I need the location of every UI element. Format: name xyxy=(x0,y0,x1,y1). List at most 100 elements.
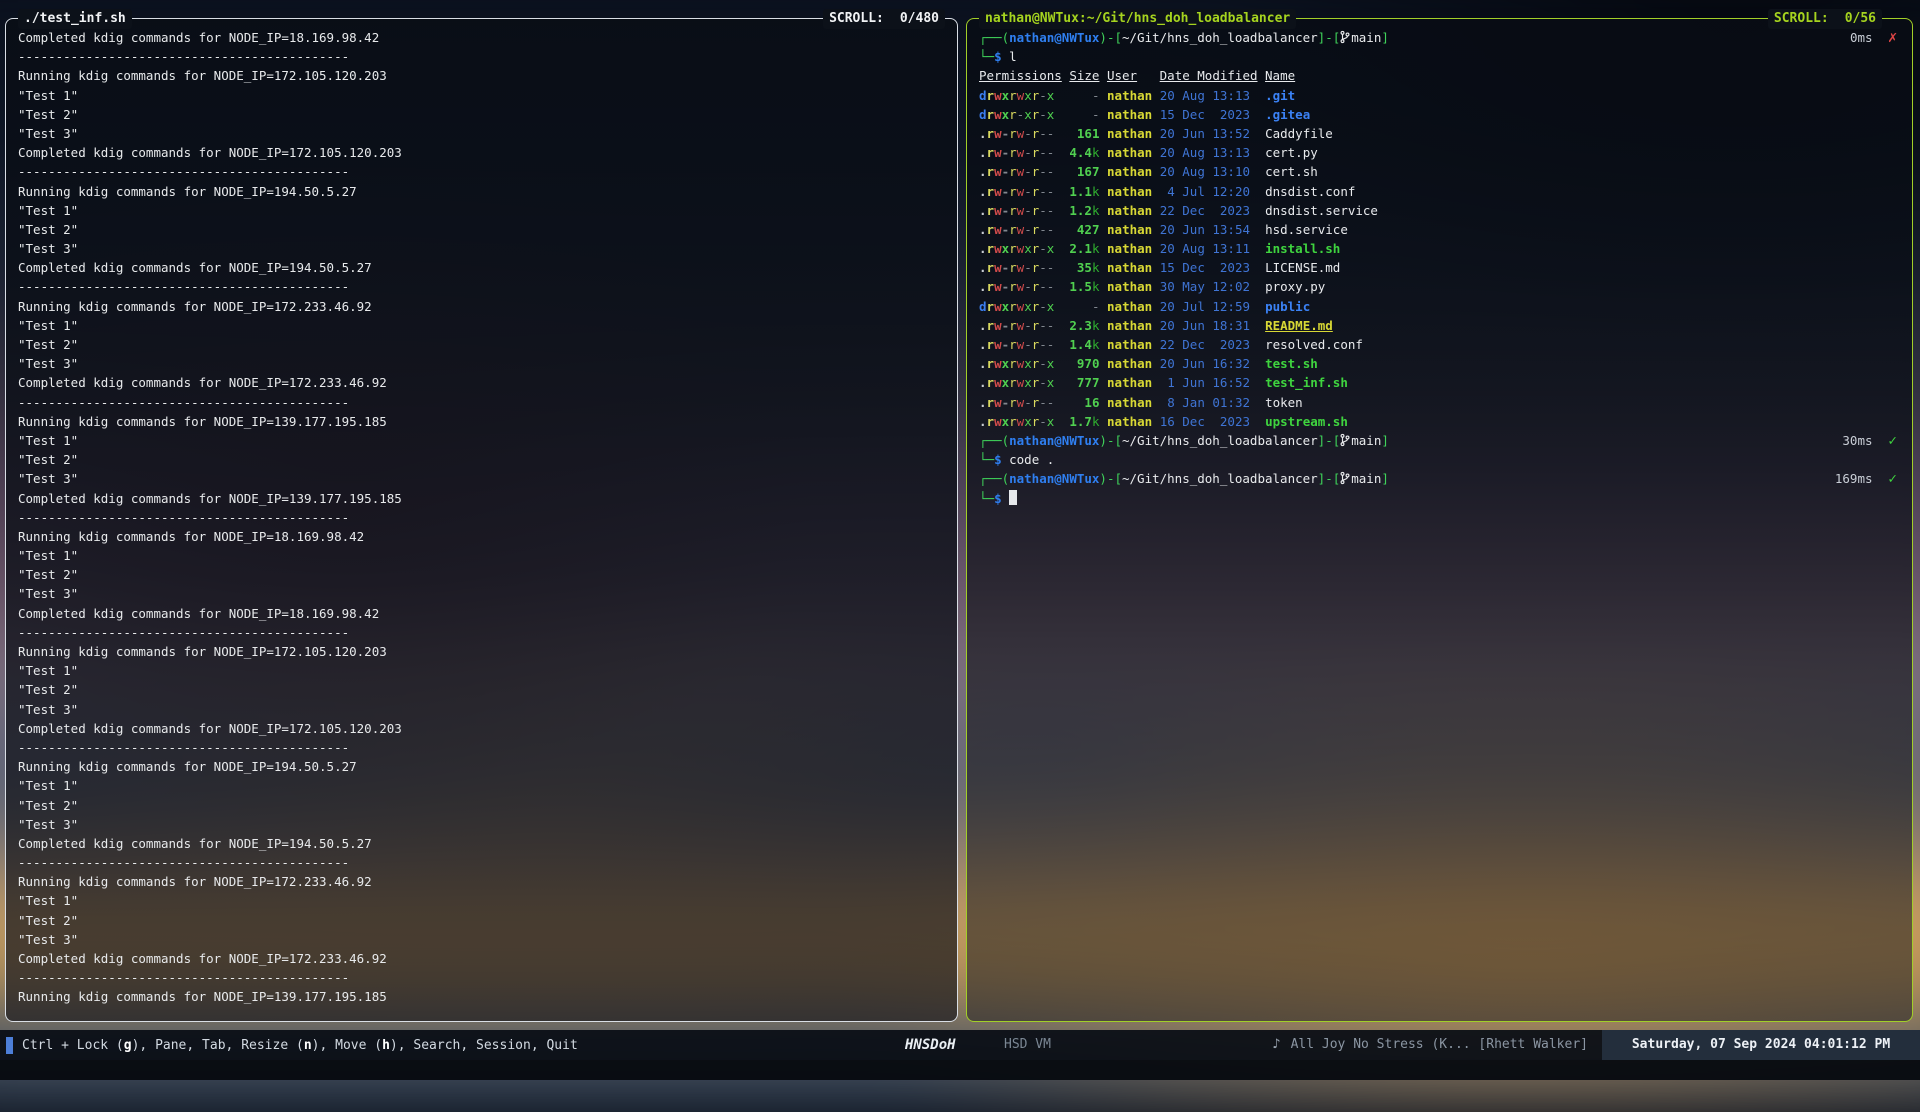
pane-test-inf-script[interactable]: ./test_inf.sh SCROLL:0/480 Completed kdi… xyxy=(5,18,958,1022)
output-line: "Test 3" xyxy=(18,239,943,258)
command-line: └─$ l xyxy=(979,47,1898,66)
output-line: "Test 3" xyxy=(18,930,943,949)
file-name: public xyxy=(1265,299,1310,314)
output-line: "Test 1" xyxy=(18,776,943,795)
file-row: .rw-rw-r-- 1.4k nathan 22 Dec 2023 resol… xyxy=(979,335,1898,354)
output-line: Completed kdig commands for NODE_IP=172.… xyxy=(18,719,943,738)
output-line: "Test 2" xyxy=(18,911,943,930)
command-line-current[interactable]: └─$ xyxy=(979,489,1898,508)
file-row: .rw-rw-r-- 1.2k nathan 22 Dec 2023 dnsdi… xyxy=(979,201,1898,220)
file-row: .rw-rw-r-- 427 nathan 20 Jun 13:54 hsd.s… xyxy=(979,220,1898,239)
keybind-text: Tab xyxy=(202,1038,225,1053)
output-line: Running kdig commands for NODE_IP=172.23… xyxy=(18,872,943,891)
prompt-symbol: $ xyxy=(994,452,1002,467)
keybind-text: Search xyxy=(413,1038,460,1053)
file-row: .rw-rw-r-- 2.3k nathan 20 Jun 18:31 READ… xyxy=(979,316,1898,335)
keybind-text: ), xyxy=(132,1038,155,1053)
command-status: 169ms✓ xyxy=(1835,469,1898,488)
file-row: .rwxrwxr-x 970 nathan 20 Jun 16:32 test.… xyxy=(979,354,1898,373)
file-name: README.md xyxy=(1265,318,1333,333)
output-line: "Test 3" xyxy=(18,815,943,834)
file-listing: drwxrwxr-x - nathan 20 Aug 13:13 .gitdrw… xyxy=(979,86,1898,431)
output-line: "Test 2" xyxy=(18,335,943,354)
git-branch-icon xyxy=(1340,433,1350,452)
command-duration: 169ms xyxy=(1835,471,1873,486)
keybind-text: ), xyxy=(390,1038,413,1053)
file-listing-header: Permissions Size User Date Modified Name xyxy=(979,66,1898,85)
git-branch-icon xyxy=(1340,471,1350,490)
file-name: test.sh xyxy=(1265,356,1318,371)
git-branch-icon xyxy=(1340,30,1350,49)
output-line: "Test 3" xyxy=(18,354,943,373)
file-name: token xyxy=(1265,395,1303,410)
file-name: .gitea xyxy=(1265,107,1310,122)
output-line: Running kdig commands for NODE_IP=194.50… xyxy=(18,182,943,201)
prompt-left: ┌──(nathan@NWTux)-[~/Git/hns_doh_loadbal… xyxy=(979,469,1389,488)
bottom-strip xyxy=(0,1060,1920,1080)
output-line: Completed kdig commands for NODE_IP=18.1… xyxy=(18,604,943,623)
file-name: test_inf.sh xyxy=(1265,375,1348,390)
output-line: ----------------------------------------… xyxy=(18,162,943,181)
column-header: Name xyxy=(1265,68,1295,83)
file-name: upstream.sh xyxy=(1265,414,1348,429)
right-pane-output: ┌──(nathan@NWTux)-[~/Git/hns_doh_loadbal… xyxy=(967,19,1912,1021)
prompt-left: ┌──(nathan@NWTux)-[~/Git/hns_doh_loadbal… xyxy=(979,28,1389,47)
output-line: "Test 1" xyxy=(18,431,943,450)
vm-label: HSD VM xyxy=(1004,1030,1051,1060)
file-name: cert.sh xyxy=(1265,164,1318,179)
prompt-git-branch: main xyxy=(1351,471,1381,486)
prompt-left: ┌──(nathan@NWTux)-[~/Git/hns_doh_loadbal… xyxy=(979,431,1389,450)
output-line: Running kdig commands for NODE_IP=172.10… xyxy=(18,66,943,85)
output-line: "Test 3" xyxy=(18,700,943,719)
output-line: Completed kdig commands for NODE_IP=18.1… xyxy=(18,28,943,47)
prompt-line: ┌──(nathan@NWTux)-[~/Git/hns_doh_loadbal… xyxy=(979,431,1898,450)
left-pane-output: Completed kdig commands for NODE_IP=18.1… xyxy=(6,19,957,1021)
output-line: Running kdig commands for NODE_IP=194.50… xyxy=(18,757,943,776)
command-line: └─$ code . xyxy=(979,450,1898,469)
file-name: hsd.service xyxy=(1265,222,1348,237)
hnsdoh-label: HNSDoH xyxy=(905,1030,956,1060)
keybind-hints: Ctrl + Lock (g), Pane, Tab, Resize (n), … xyxy=(6,1030,578,1060)
output-line: "Test 3" xyxy=(18,124,943,143)
output-line: ----------------------------------------… xyxy=(18,393,943,412)
command-duration: 0ms xyxy=(1850,30,1873,45)
prompt-symbol: $ xyxy=(994,49,1002,64)
command-failed-icon: ✗ xyxy=(1888,30,1898,45)
keybind-text: , xyxy=(226,1038,242,1053)
keybind-text: n xyxy=(304,1038,312,1053)
file-name: LICENSE.md xyxy=(1265,260,1340,275)
prompt-user-host: nathan@NWTux xyxy=(1009,433,1099,448)
terminal-cursor xyxy=(1009,490,1017,505)
music-note-icon: ♪ xyxy=(1272,1037,1280,1052)
keybind-text: Ctrl + xyxy=(22,1038,77,1053)
file-row: .rw-rw-r-- 1.1k nathan 4 Jul 12:20 dnsdi… xyxy=(979,182,1898,201)
column-header: User xyxy=(1107,68,1137,83)
keybind-text: Session xyxy=(476,1038,531,1053)
file-name: cert.py xyxy=(1265,145,1318,160)
output-line: "Test 1" xyxy=(18,891,943,910)
output-line: ----------------------------------------… xyxy=(18,277,943,296)
pane-shell[interactable]: nathan@NWTux:~/Git/hns_doh_loadbalancer … xyxy=(966,18,1913,1022)
output-line: "Test 2" xyxy=(18,105,943,124)
file-row: drwxr-xr-x - nathan 15 Dec 2023 .gitea xyxy=(979,105,1898,124)
keybind-text: Move ( xyxy=(335,1038,382,1053)
command-success-icon: ✓ xyxy=(1888,433,1898,448)
prompt-user-host: nathan@NWTux xyxy=(1009,471,1099,486)
keybind-text: , xyxy=(531,1038,547,1053)
file-name: dnsdist.conf xyxy=(1265,184,1355,199)
output-line: "Test 1" xyxy=(18,86,943,105)
output-line: "Test 2" xyxy=(18,220,943,239)
column-header: Date Modified xyxy=(1160,68,1258,83)
file-name: install.sh xyxy=(1265,241,1340,256)
file-name: resolved.conf xyxy=(1265,337,1363,352)
output-line: ----------------------------------------… xyxy=(18,968,943,987)
prompt-path: ~/Git/hns_doh_loadbalancer xyxy=(1122,30,1318,45)
output-line: Completed kdig commands for NODE_IP=139.… xyxy=(18,489,943,508)
prompt-symbol: $ xyxy=(994,491,1002,506)
command-text: l xyxy=(1009,49,1017,64)
output-line: "Test 3" xyxy=(18,584,943,603)
output-line: "Test 2" xyxy=(18,796,943,815)
file-row: .rwxrwxr-x 777 nathan 1 Jun 16:52 test_i… xyxy=(979,373,1898,392)
output-line: "Test 2" xyxy=(18,680,943,699)
output-line: "Test 2" xyxy=(18,565,943,584)
